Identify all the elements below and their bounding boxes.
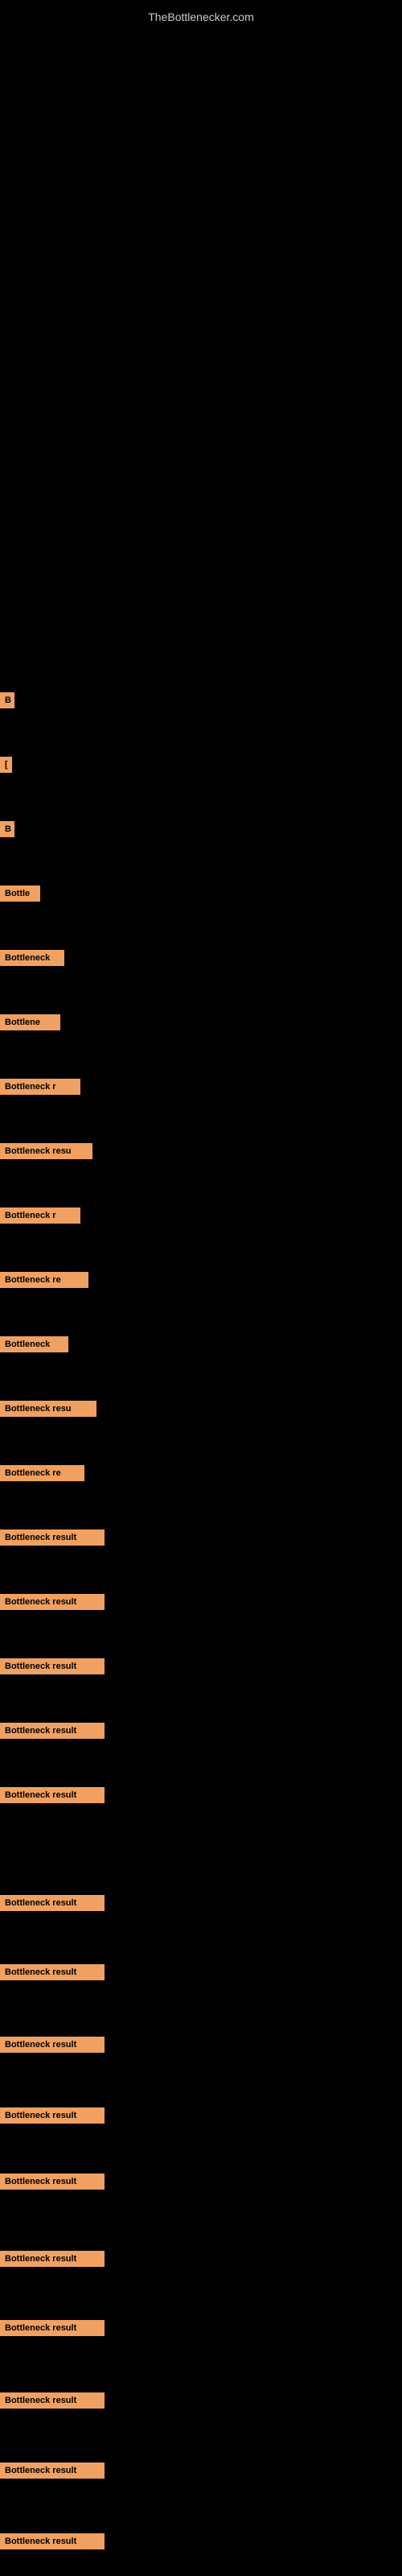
bottleneck-label[interactable]: Bottleneck resu xyxy=(0,1143,92,1159)
bottleneck-label[interactable]: Bottle xyxy=(0,886,40,902)
bottleneck-label-row: Bottleneck result xyxy=(0,1787,105,1807)
bottleneck-label[interactable]: Bottleneck result xyxy=(0,1723,105,1739)
bottleneck-label-row: Bottleneck r xyxy=(0,1079,80,1099)
bottleneck-label-row: Bottleneck result xyxy=(0,2533,105,2553)
bottleneck-label[interactable]: Bottleneck result xyxy=(0,2533,105,2549)
bottleneck-label-row: Bottleneck r xyxy=(0,1208,80,1228)
bottleneck-label-row: Bottleneck re xyxy=(0,1272,88,1292)
bottleneck-label[interactable]: Bottleneck result xyxy=(0,2037,105,2053)
bottleneck-label-row: B xyxy=(0,821,14,841)
bottleneck-label[interactable]: Bottleneck result xyxy=(0,1658,105,1674)
bottleneck-label[interactable]: Bottleneck result xyxy=(0,2251,105,2267)
bottleneck-label-row: Bottleneck result xyxy=(0,1594,105,1614)
bottleneck-label[interactable]: Bottleneck xyxy=(0,950,64,966)
bottleneck-label-row: Bottleneck resu xyxy=(0,1401,96,1421)
bottleneck-label-row: Bottleneck result xyxy=(0,2174,105,2194)
bottleneck-label-row: Bottleneck result xyxy=(0,2037,105,2057)
bottleneck-label[interactable]: Bottleneck result xyxy=(0,1964,105,1980)
bottleneck-label[interactable]: Bottleneck result xyxy=(0,1594,105,1610)
bottleneck-label-row: Bottleneck result xyxy=(0,1964,105,1984)
bottleneck-label[interactable]: Bottleneck result xyxy=(0,1530,105,1546)
bottleneck-label[interactable]: Bottleneck result xyxy=(0,1895,105,1911)
bottleneck-label-row: Bottleneck result xyxy=(0,2320,105,2340)
bottleneck-label[interactable]: [ xyxy=(0,757,12,773)
bottleneck-label[interactable]: Bottleneck xyxy=(0,1336,68,1352)
bottleneck-label[interactable]: Bottleneck result xyxy=(0,2392,105,2409)
bottleneck-label[interactable]: Bottleneck re xyxy=(0,1272,88,1288)
bottleneck-label-row: Bottleneck result xyxy=(0,2107,105,2128)
bottleneck-label-row: Bottleneck result xyxy=(0,1658,105,1678)
bottleneck-label-row: Bottleneck xyxy=(0,950,64,970)
bottleneck-label[interactable]: Bottleneck re xyxy=(0,1465,84,1481)
bottleneck-label-row: Bottleneck result xyxy=(0,2251,105,2271)
bottleneck-label-row: Bottleneck xyxy=(0,1336,68,1356)
site-title: TheBottlenecker.com xyxy=(0,4,402,30)
bottleneck-label-row: Bottleneck result xyxy=(0,1895,105,1915)
bottleneck-label[interactable]: Bottlene xyxy=(0,1014,60,1030)
bottleneck-label-row: Bottleneck result xyxy=(0,1530,105,1550)
bottleneck-label-row: Bottleneck result xyxy=(0,1723,105,1743)
bottleneck-label-row: Bottleneck result xyxy=(0,2462,105,2483)
bottleneck-label[interactable]: Bottleneck resu xyxy=(0,1401,96,1417)
bottleneck-label[interactable]: Bottleneck result xyxy=(0,2462,105,2479)
bottleneck-label-row: Bottleneck result xyxy=(0,2392,105,2413)
bottleneck-label-row: Bottleneck re xyxy=(0,1465,84,1485)
bottleneck-label[interactable]: Bottleneck result xyxy=(0,2320,105,2336)
bottleneck-label-row: Bottleneck resu xyxy=(0,1143,92,1163)
bottleneck-label-row: Bottle xyxy=(0,886,40,906)
bottleneck-label[interactable]: Bottleneck result xyxy=(0,2107,105,2124)
bottleneck-label[interactable]: Bottleneck r xyxy=(0,1208,80,1224)
bottleneck-label[interactable]: B xyxy=(0,692,14,708)
bottleneck-label[interactable]: Bottleneck r xyxy=(0,1079,80,1095)
bottleneck-label-row: Bottlene xyxy=(0,1014,60,1034)
bottleneck-label[interactable]: Bottleneck result xyxy=(0,2174,105,2190)
bottleneck-label-row: B xyxy=(0,692,14,712)
bottleneck-label[interactable]: Bottleneck result xyxy=(0,1787,105,1803)
bottleneck-label[interactable]: B xyxy=(0,821,14,837)
bottleneck-label-row: [ xyxy=(0,757,12,777)
